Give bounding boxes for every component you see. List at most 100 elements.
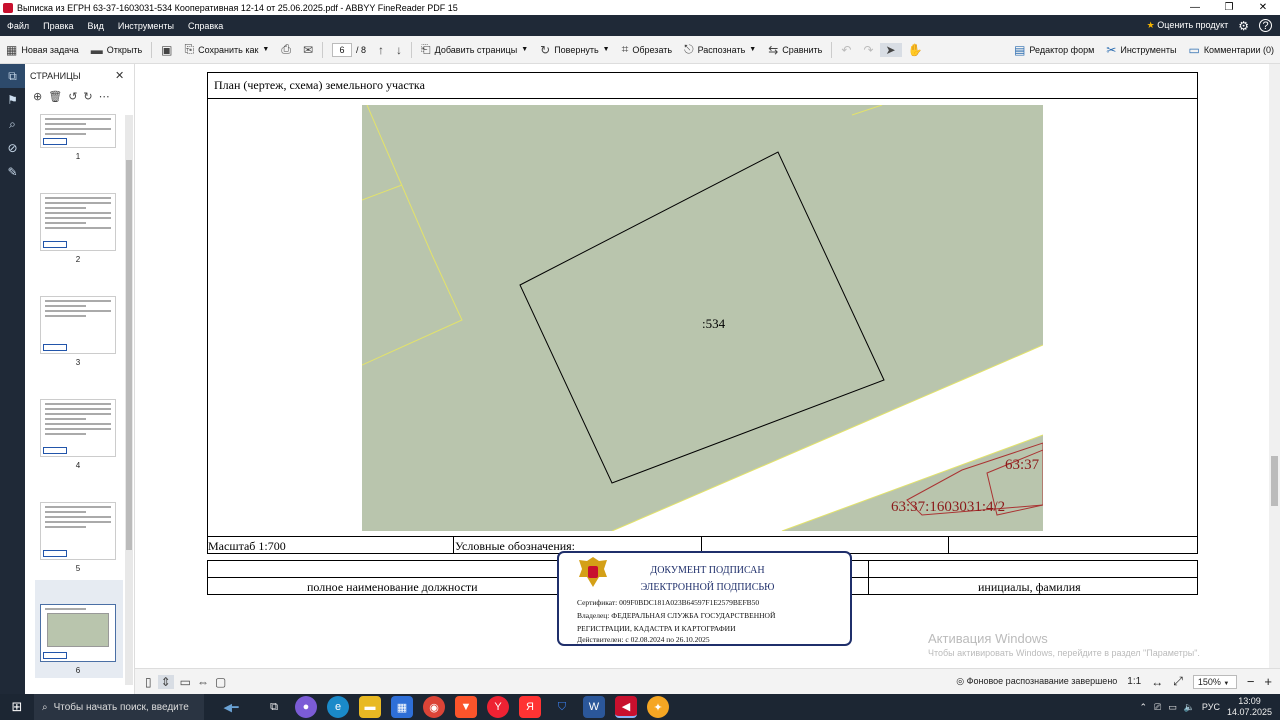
redo-button[interactable]: ↷ xyxy=(857,43,879,57)
fit-page-button[interactable]: ⤢ xyxy=(1173,674,1183,689)
add-pages-button[interactable]: ⎗ Добавить страницы ▼ xyxy=(415,42,534,57)
task-view-icon[interactable]: ⧉ xyxy=(263,696,285,718)
delete-icon[interactable]: 🗑 xyxy=(48,90,62,103)
attachments-icon[interactable]: ⊘ xyxy=(0,136,25,160)
actual-size-button[interactable]: 1:1 xyxy=(1127,676,1141,687)
restore-icon[interactable]: ❐ xyxy=(1212,0,1246,15)
page-thumbnail-selected[interactable] xyxy=(40,604,116,662)
tray-expand-icon[interactable]: ⌃ xyxy=(1139,702,1147,713)
yandex-browser-icon[interactable]: Y xyxy=(487,696,509,718)
clock[interactable]: 13:09 14.07.2025 xyxy=(1227,696,1272,718)
page-thumbnail[interactable] xyxy=(40,502,116,560)
two-page-view-icon[interactable]: ▭ xyxy=(180,675,191,689)
page-thumbnail[interactable] xyxy=(40,114,116,148)
add-page-icon[interactable]: ⊕ xyxy=(33,90,42,103)
window-title: Выписка из ЕГРН 63-37-1603031-534 Коопер… xyxy=(17,2,458,13)
thumbnails-scrollbar[interactable] xyxy=(125,115,133,685)
compare-button[interactable]: ⇆ Сравнить xyxy=(762,43,828,57)
close-panel-icon[interactable]: ✕ xyxy=(115,69,124,82)
rate-product-button[interactable]: ★ Оценить продукт xyxy=(1147,20,1229,31)
main-toolbar: ▦ Новая задача ▬ Открыть ▣ ⎘ Сохранить как ▼… xyxy=(0,36,1280,64)
select-tool-button[interactable]: ➤ xyxy=(879,42,902,57)
page-thumbnail-label: 6 xyxy=(75,666,81,675)
defender-icon[interactable]: ⛉ xyxy=(551,696,573,718)
page-thumbnail-label: 1 xyxy=(75,152,81,161)
menu-view[interactable]: Вид xyxy=(81,21,111,31)
edge-icon[interactable]: e xyxy=(327,696,349,718)
word-icon[interactable]: W xyxy=(583,696,605,718)
more-icon[interactable]: ⋯ xyxy=(99,90,110,103)
volume-icon[interactable]: 🔈 xyxy=(1184,702,1195,713)
search-icon[interactable]: ⌕ xyxy=(0,112,25,136)
fit-width-icon[interactable]: ⇔ xyxy=(197,675,209,689)
page-thumbnail[interactable] xyxy=(40,296,116,354)
recognize-icon: ⎋ xyxy=(684,42,694,56)
chevron-down-icon: ▼ xyxy=(521,46,529,53)
close-window-icon[interactable]: ✕ xyxy=(1246,0,1280,15)
menu-file[interactable]: Файл xyxy=(0,21,36,31)
presentation-icon[interactable]: ▢ xyxy=(215,675,226,689)
comments-button[interactable]: ▭ Комментарии (0) xyxy=(1182,43,1280,57)
menu-edit[interactable]: Правка xyxy=(36,21,80,31)
arrow-up-icon: ↑ xyxy=(378,42,385,57)
save-icon-button[interactable]: ▣ xyxy=(155,43,178,57)
parcel-label: :534 xyxy=(702,316,726,331)
print-button[interactable]: ⎙ xyxy=(275,42,297,57)
minimize-icon[interactable]: — xyxy=(1178,0,1212,15)
yandex-icon[interactable]: Я xyxy=(519,696,541,718)
store-icon[interactable]: ▦ xyxy=(391,696,413,718)
crop-button[interactable]: ⌗ Обрезать xyxy=(616,42,678,57)
email-button[interactable]: ✉ xyxy=(297,43,319,57)
file-explorer-icon[interactable]: ▬ xyxy=(359,696,381,718)
app-orange-icon[interactable]: ✦ xyxy=(647,696,669,718)
rotate-right-icon[interactable]: ↻ xyxy=(83,90,92,103)
hand-tool-button[interactable]: ✋ xyxy=(902,43,929,57)
form-editor-button[interactable]: ▤ Редактор форм xyxy=(1008,43,1100,57)
windows-start-icon[interactable]: ⊞ xyxy=(6,696,28,718)
brave-icon[interactable]: ▼ xyxy=(455,696,477,718)
rotate-button[interactable]: ↻ Повернуть ▼ xyxy=(534,43,615,57)
app-purple-icon[interactable]: ● xyxy=(295,696,317,718)
chevron-down-icon: ▼ xyxy=(1223,680,1230,687)
scale-label: Масштаб 1:700 xyxy=(208,539,286,553)
menu-tools[interactable]: Инструменты xyxy=(111,21,181,31)
neighbor-parcel-label: 63:37 xyxy=(1005,457,1040,473)
zoom-in-button[interactable]: + xyxy=(1264,674,1272,689)
bookmarks-icon[interactable]: ⚑ xyxy=(0,88,25,112)
prev-page-button[interactable]: ↑ xyxy=(372,43,390,57)
taskbar-search[interactable]: ⌕ Чтобы начать поиск, введите xyxy=(34,694,204,720)
chevron-down-icon: ▼ xyxy=(262,46,270,53)
language-indicator[interactable]: РУС xyxy=(1202,702,1220,712)
shark-icon: ◀━ xyxy=(223,701,239,714)
document-scrollbar[interactable] xyxy=(1269,64,1280,668)
clock-date: 14.07.2025 xyxy=(1226,707,1272,717)
rotate-left-icon[interactable]: ↺ xyxy=(68,90,77,103)
zoom-out-button[interactable]: − xyxy=(1247,674,1255,689)
page-thumbnail[interactable] xyxy=(40,193,116,251)
tools-button[interactable]: ✂ Инструменты xyxy=(1100,43,1182,57)
menu-help[interactable]: Справка xyxy=(181,21,230,31)
settings-gear-icon[interactable]: ⚙ xyxy=(1238,19,1249,33)
pages-panel-icon[interactable]: ⧉ xyxy=(0,64,25,88)
chrome-icon[interactable]: ◉ xyxy=(423,696,445,718)
help-icon[interactable]: ? xyxy=(1259,19,1272,32)
check-icon: ◎ xyxy=(956,676,965,686)
page-thumbnail[interactable] xyxy=(40,399,116,457)
new-task-button[interactable]: ▦ Новая задача xyxy=(0,43,85,57)
recognize-button[interactable]: ⎋ Распознать ▼ xyxy=(678,42,762,57)
save-as-button[interactable]: ⎘ Сохранить как ▼ xyxy=(179,42,276,57)
network-icon[interactable]: ⎚ xyxy=(1154,702,1161,713)
page-number-input[interactable]: 6 xyxy=(332,42,353,57)
fit-width-button[interactable]: ↔ xyxy=(1151,675,1163,689)
next-page-button[interactable]: ↓ xyxy=(390,43,408,57)
single-page-view-icon[interactable]: ▯ xyxy=(145,675,152,689)
battery-icon[interactable]: ▭ xyxy=(1168,702,1177,713)
zoom-select[interactable]: 150% ▼ xyxy=(1192,674,1237,689)
signature-icon[interactable]: ✎ xyxy=(0,160,25,184)
undo-button[interactable]: ↶ xyxy=(835,43,857,57)
chevron-down-icon: ▼ xyxy=(749,46,757,53)
pages-panel-tools: ⊕ 🗑 ↺ ↻ ⋯ xyxy=(33,90,110,103)
fit-view-icon[interactable]: ⇕ xyxy=(157,674,174,689)
open-button[interactable]: ▬ Открыть xyxy=(85,43,148,57)
finereader-icon[interactable]: ◀ xyxy=(615,696,637,718)
